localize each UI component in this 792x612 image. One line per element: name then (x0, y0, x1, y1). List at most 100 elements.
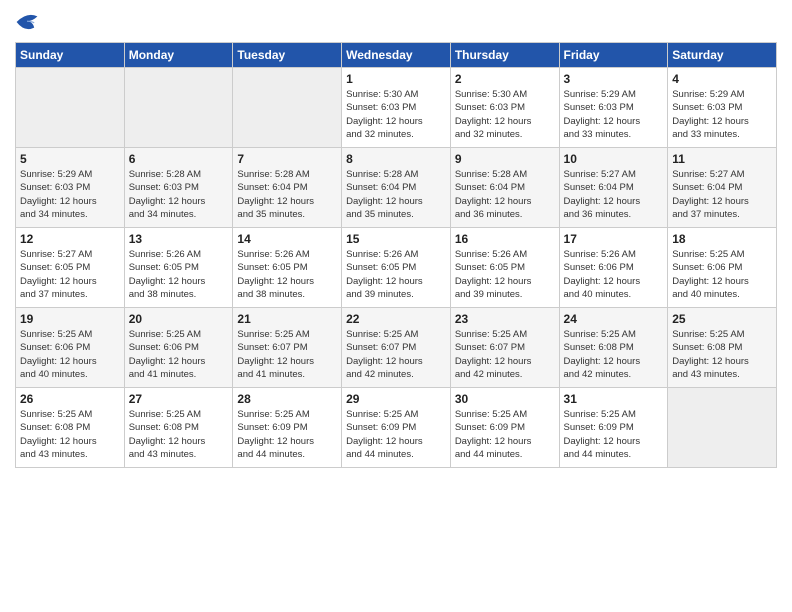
day-number: 28 (237, 392, 337, 406)
day-number: 16 (455, 232, 555, 246)
calendar-cell: 28Sunrise: 5:25 AM Sunset: 6:09 PM Dayli… (233, 388, 342, 468)
day-info: Sunrise: 5:25 AM Sunset: 6:08 PM Dayligh… (129, 408, 229, 461)
weekday-header-friday: Friday (559, 43, 668, 68)
day-number: 29 (346, 392, 446, 406)
calendar-week-row: 1 Sunrise: 5:30 AM Sunset: 6:03 PM Daylig… (16, 68, 777, 148)
day-info: Sunrise: 5:29 AM Sunset: 6:03 PM Dayligh… (20, 168, 120, 221)
calendar-cell: 3Sunrise: 5:29 AM Sunset: 6:03 PM Daylig… (559, 68, 668, 148)
day-info: Sunrise: 5:26 AM Sunset: 6:06 PM Dayligh… (564, 248, 664, 301)
day-info: Sunrise: 5:25 AM Sunset: 6:08 PM Dayligh… (20, 408, 120, 461)
calendar-cell: 16 Sunrise: 5:26 AM Sunset: 6:05 PM Dayli… (450, 228, 559, 308)
calendar-cell: 20 Sunrise: 5:25 AM Sunset: 6:06 PM Dayli… (124, 308, 233, 388)
calendar-cell: 6 Sunrise: 5:28 AM Sunset: 6:03 PM Daylig… (124, 148, 233, 228)
day-number: 13 (129, 232, 229, 246)
day-number: 4 (672, 72, 772, 86)
calendar-cell: 26 Sunrise: 5:25 AM Sunset: 6:08 PM Dayli… (16, 388, 125, 468)
calendar-cell: 5 Sunrise: 5:29 AM Sunset: 6:03 PM Daylig… (16, 148, 125, 228)
logo (15, 10, 43, 34)
calendar-cell (16, 68, 125, 148)
day-info: Sunrise: 5:25 AM Sunset: 6:07 PM Dayligh… (237, 328, 337, 381)
day-info: Sunrise: 5:30 AM Sunset: 6:03 PM Dayligh… (346, 88, 446, 141)
day-number: 7 (237, 152, 337, 166)
calendar-cell: 9 Sunrise: 5:28 AM Sunset: 6:04 PM Daylig… (450, 148, 559, 228)
calendar-cell: 24 Sunrise: 5:25 AM Sunset: 6:08 PM Dayli… (559, 308, 668, 388)
day-info: Sunrise: 5:26 AM Sunset: 6:05 PM Dayligh… (129, 248, 229, 301)
calendar-cell: 19Sunrise: 5:25 AM Sunset: 6:06 PM Dayli… (16, 308, 125, 388)
weekday-header-thursday: Thursday (450, 43, 559, 68)
calendar-cell: 8 Sunrise: 5:28 AM Sunset: 6:04 PM Daylig… (342, 148, 451, 228)
day-info: Sunrise: 5:25 AM Sunset: 6:06 PM Dayligh… (20, 328, 120, 381)
day-info: Sunrise: 5:28 AM Sunset: 6:04 PM Dayligh… (455, 168, 555, 221)
day-number: 24 (564, 312, 664, 326)
day-number: 17 (564, 232, 664, 246)
calendar-cell: 23 Sunrise: 5:25 AM Sunset: 6:07 PM Dayli… (450, 308, 559, 388)
calendar-cell: 21 Sunrise: 5:25 AM Sunset: 6:07 PM Dayli… (233, 308, 342, 388)
weekday-header-sunday: Sunday (16, 43, 125, 68)
calendar-cell: 2 Sunrise: 5:30 AM Sunset: 6:03 PM Daylig… (450, 68, 559, 148)
weekday-header-saturday: Saturday (668, 43, 777, 68)
calendar-cell (124, 68, 233, 148)
day-number: 1 (346, 72, 446, 86)
page-header (15, 10, 777, 34)
day-info: Sunrise: 5:28 AM Sunset: 6:04 PM Dayligh… (346, 168, 446, 221)
day-number: 11 (672, 152, 772, 166)
logo-icon (15, 10, 39, 34)
day-info: Sunrise: 5:25 AM Sunset: 6:07 PM Dayligh… (346, 328, 446, 381)
calendar-cell: 11Sunrise: 5:27 AM Sunset: 6:04 PM Dayli… (668, 148, 777, 228)
calendar-cell: 13 Sunrise: 5:26 AM Sunset: 6:05 PM Dayli… (124, 228, 233, 308)
day-info: Sunrise: 5:30 AM Sunset: 6:03 PM Dayligh… (455, 88, 555, 141)
day-number: 18 (672, 232, 772, 246)
day-number: 30 (455, 392, 555, 406)
day-number: 27 (129, 392, 229, 406)
day-info: Sunrise: 5:26 AM Sunset: 6:05 PM Dayligh… (455, 248, 555, 301)
day-number: 9 (455, 152, 555, 166)
day-number: 12 (20, 232, 120, 246)
day-number: 31 (564, 392, 664, 406)
calendar-body: 1 Sunrise: 5:30 AM Sunset: 6:03 PM Daylig… (16, 68, 777, 468)
day-info: Sunrise: 5:27 AM Sunset: 6:04 PM Dayligh… (564, 168, 664, 221)
weekday-header-monday: Monday (124, 43, 233, 68)
calendar-cell: 29Sunrise: 5:25 AM Sunset: 6:09 PM Dayli… (342, 388, 451, 468)
calendar-cell: 18 Sunrise: 5:25 AM Sunset: 6:06 PM Dayli… (668, 228, 777, 308)
calendar-cell: 25Sunrise: 5:25 AM Sunset: 6:08 PM Dayli… (668, 308, 777, 388)
day-info: Sunrise: 5:27 AM Sunset: 6:05 PM Dayligh… (20, 248, 120, 301)
day-info: Sunrise: 5:25 AM Sunset: 6:07 PM Dayligh… (455, 328, 555, 381)
calendar-cell: 22Sunrise: 5:25 AM Sunset: 6:07 PM Dayli… (342, 308, 451, 388)
day-number: 2 (455, 72, 555, 86)
day-info: Sunrise: 5:25 AM Sunset: 6:08 PM Dayligh… (672, 328, 772, 381)
day-info: Sunrise: 5:29 AM Sunset: 6:03 PM Dayligh… (564, 88, 664, 141)
day-number: 6 (129, 152, 229, 166)
day-number: 26 (20, 392, 120, 406)
calendar-week-row: 12 Sunrise: 5:27 AM Sunset: 6:05 PM Dayli… (16, 228, 777, 308)
calendar-cell: 4 Sunrise: 5:29 AM Sunset: 6:03 PM Daylig… (668, 68, 777, 148)
weekday-header-wednesday: Wednesday (342, 43, 451, 68)
day-info: Sunrise: 5:28 AM Sunset: 6:03 PM Dayligh… (129, 168, 229, 221)
day-info: Sunrise: 5:25 AM Sunset: 6:08 PM Dayligh… (564, 328, 664, 381)
calendar-cell: 17 Sunrise: 5:26 AM Sunset: 6:06 PM Dayli… (559, 228, 668, 308)
day-number: 21 (237, 312, 337, 326)
calendar-cell: 14Sunrise: 5:26 AM Sunset: 6:05 PM Dayli… (233, 228, 342, 308)
day-number: 20 (129, 312, 229, 326)
calendar-week-row: 5 Sunrise: 5:29 AM Sunset: 6:03 PM Daylig… (16, 148, 777, 228)
calendar-cell (668, 388, 777, 468)
day-number: 5 (20, 152, 120, 166)
day-info: Sunrise: 5:29 AM Sunset: 6:03 PM Dayligh… (672, 88, 772, 141)
day-info: Sunrise: 5:26 AM Sunset: 6:05 PM Dayligh… (346, 248, 446, 301)
calendar-cell: 7Sunrise: 5:28 AM Sunset: 6:04 PM Daylig… (233, 148, 342, 228)
calendar-cell (233, 68, 342, 148)
calendar-cell: 15Sunrise: 5:26 AM Sunset: 6:05 PM Dayli… (342, 228, 451, 308)
calendar-week-row: 26 Sunrise: 5:25 AM Sunset: 6:08 PM Dayli… (16, 388, 777, 468)
day-info: Sunrise: 5:25 AM Sunset: 6:06 PM Dayligh… (672, 248, 772, 301)
day-info: Sunrise: 5:25 AM Sunset: 6:06 PM Dayligh… (129, 328, 229, 381)
day-number: 8 (346, 152, 446, 166)
calendar-cell: 1 Sunrise: 5:30 AM Sunset: 6:03 PM Daylig… (342, 68, 451, 148)
weekday-header-tuesday: Tuesday (233, 43, 342, 68)
calendar-week-row: 19Sunrise: 5:25 AM Sunset: 6:06 PM Dayli… (16, 308, 777, 388)
day-info: Sunrise: 5:25 AM Sunset: 6:09 PM Dayligh… (455, 408, 555, 461)
day-number: 14 (237, 232, 337, 246)
calendar-cell: 30 Sunrise: 5:25 AM Sunset: 6:09 PM Dayli… (450, 388, 559, 468)
calendar-header: SundayMondayTuesdayWednesdayThursdayFrid… (16, 43, 777, 68)
calendar-cell: 12 Sunrise: 5:27 AM Sunset: 6:05 PM Dayli… (16, 228, 125, 308)
calendar-cell: 10Sunrise: 5:27 AM Sunset: 6:04 PM Dayli… (559, 148, 668, 228)
day-number: 23 (455, 312, 555, 326)
